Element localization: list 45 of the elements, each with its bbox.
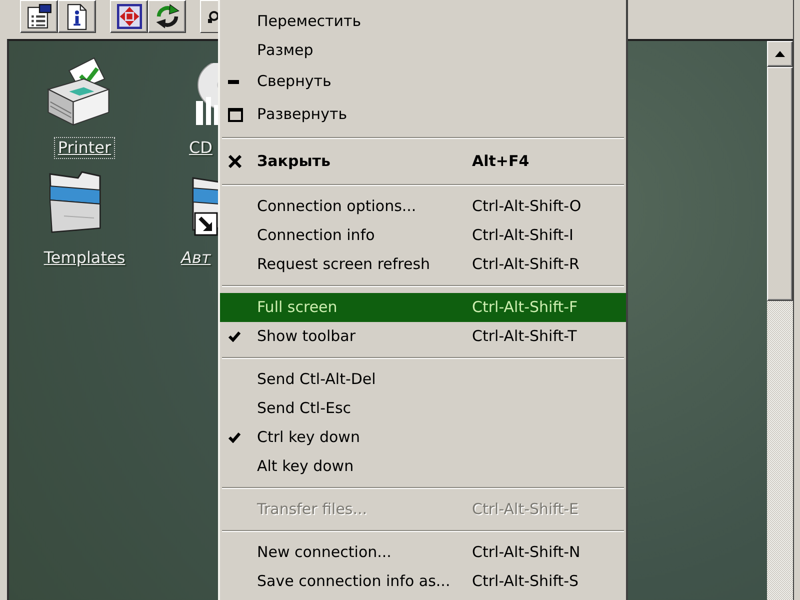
menu-item[interactable]: Send Ctl-Alt-Del — [220, 365, 626, 394]
info-document-icon — [67, 4, 87, 30]
menu-item[interactable]: Развернуть — [220, 98, 626, 131]
up-arrow-icon — [775, 51, 785, 57]
toolbar-button[interactable] — [200, 0, 218, 33]
menu-item[interactable]: Connection info Ctrl-Alt-Shift-I — [220, 221, 626, 250]
minimize-icon — [228, 80, 239, 84]
scroll-up-button[interactable] — [767, 41, 793, 67]
shortcut-text: Ctrl-Alt-Shift-T — [472, 326, 577, 348]
refresh-icon — [154, 4, 180, 29]
menu-item[interactable]: New connection... Ctrl-Alt-Shift-N — [220, 538, 626, 567]
ring-icon — [208, 10, 218, 24]
menu-item[interactable]: Размер — [220, 36, 626, 65]
shortcut-text: Alt+F4 — [472, 151, 530, 172]
shortcut-text: Ctrl-Alt-Shift-I — [472, 225, 574, 246]
menu-item[interactable]: Save connection info as... Ctrl-Alt-Shift-S — [220, 567, 626, 596]
menu-item[interactable]: Переместить — [220, 7, 626, 36]
shortcut-text: Ctrl-Alt-Shift-F — [472, 297, 578, 318]
icon-label[interactable]: Printer — [54, 138, 114, 158]
close-icon — [228, 155, 242, 168]
icon-label[interactable]: Авт — [178, 248, 214, 268]
info-button[interactable] — [58, 0, 96, 33]
properties-button[interactable] — [20, 0, 58, 33]
four-arrows-icon — [116, 4, 142, 29]
shortcut-text: Ctrl-Alt-Shift-S — [472, 571, 579, 592]
shortcut-text: Ctrl-Alt-Shift-O — [472, 196, 582, 218]
scrollbar-thumb[interactable] — [767, 67, 793, 301]
menu-item[interactable]: Ctrl key down — [220, 423, 626, 452]
menu-item[interactable]: Connection options... Ctrl-Alt-Shift-O — [220, 192, 626, 221]
shortcut-text: Ctrl-Alt-Shift-N — [472, 542, 580, 564]
menu-item[interactable]: Show toolbar Ctrl-Alt-Shift-T — [220, 322, 626, 351]
full-screen-button[interactable] — [110, 0, 148, 33]
menu-item[interactable]: Full screen Ctrl-Alt-Shift-F — [220, 293, 626, 322]
menu-item[interactable]: Свернуть — [220, 65, 626, 98]
shortcut-text: Ctrl-Alt-Shift-E — [472, 499, 578, 520]
shortcut-text: Ctrl-Alt-Shift-R — [472, 254, 580, 276]
icon-label[interactable]: Templates — [40, 248, 128, 268]
menu-item[interactable]: Alt key down — [220, 452, 626, 481]
document-list-icon — [26, 4, 52, 29]
refresh-button[interactable] — [148, 0, 186, 33]
maximize-icon — [228, 108, 243, 122]
menu-item[interactable]: Request screen refresh Ctrl-Alt-Shift-R — [220, 250, 626, 279]
icon-label[interactable]: CD — [186, 138, 216, 158]
menu-item[interactable]: Send Ctl-Esc — [220, 394, 626, 423]
menu-item[interactable]: Закрыть Alt+F4 — [220, 145, 626, 178]
